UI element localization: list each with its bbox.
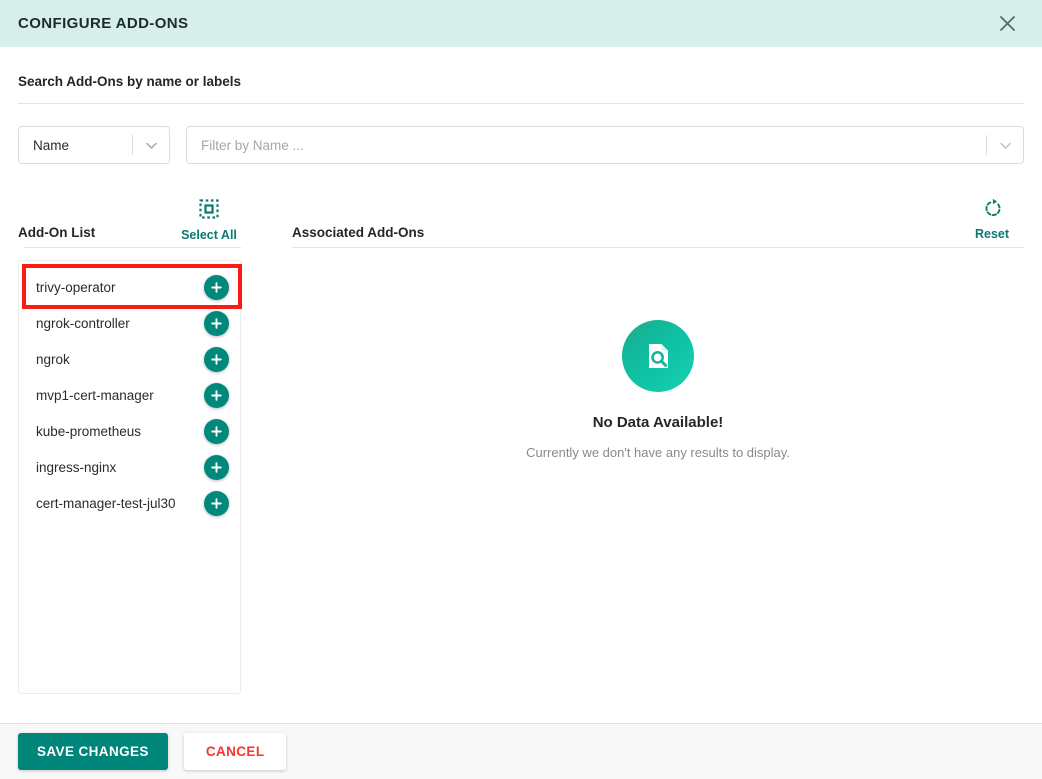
list-item[interactable]: mvp1-cert-manager [19,377,240,413]
plus-icon[interactable] [204,310,229,336]
list-item[interactable]: ngrok [19,341,240,377]
reset-label: Reset [974,227,1010,241]
empty-state-title: No Data Available! [592,414,724,431]
dialog-header: CONFIGURE ADD-ONS [0,0,1042,47]
dialog-body: Search Add-Ons by name or labels Name Fi… [0,47,1042,723]
close-icon[interactable] [994,11,1020,37]
list-item[interactable]: kube-prometheus [19,413,240,449]
plus-icon[interactable] [204,418,229,444]
plus-icon[interactable] [204,346,229,372]
search-divider [18,103,1024,104]
list-item[interactable]: cert-manager-test-jul30 [19,485,240,521]
list-item[interactable]: ingress-nginx [19,449,240,485]
select-all-icon [198,198,220,225]
page-title: CONFIGURE ADD-ONS [18,15,189,32]
addon-list-divider [24,247,241,248]
cancel-button[interactable]: CANCEL [183,733,287,770]
filter-row: Name [18,126,1024,164]
associated-header: Associated Add-Ons Reset [292,198,1024,248]
addon-list-title: Add-On List [18,225,96,240]
addon-name: cert-manager-test-jul30 [36,495,176,511]
search-section-label: Search Add-Ons by name or labels [18,74,242,89]
associated-addons-panel: No Data Available! Currently we don't ha… [292,260,1024,694]
panels-header-row: Add-On List Select All Associated Add-On… [18,198,1024,248]
filter-field-wrapper[interactable] [186,126,1024,164]
refresh-icon [982,198,1003,224]
configure-addons-dialog: CONFIGURE ADD-ONS Search Add-Ons by name… [0,0,1042,779]
addon-name: kube-prometheus [36,423,142,439]
list-item[interactable]: trivy-operator [19,269,240,305]
plus-icon[interactable] [204,490,229,516]
addon-name: mvp1-cert-manager [36,387,154,403]
addon-name: trivy-operator [36,279,116,295]
associated-title: Associated Add-Ons [292,225,425,240]
empty-state: No Data Available! Currently we don't ha… [526,320,790,460]
panels: trivy-operator ngrok-controller ngrok mvp1-… [18,260,1024,694]
plus-icon[interactable] [204,382,229,408]
document-search-icon [621,320,694,392]
associated-divider [292,247,1024,248]
search-criteria-select[interactable]: Name [18,126,170,164]
empty-state-subtitle: Currently we don't have any results to d… [526,445,790,460]
select-all-label: Select All [181,228,237,242]
dialog-footer: SAVE CHANGES CANCEL [0,723,1042,779]
addon-list-panel: trivy-operator ngrok-controller ngrok mvp1-… [18,260,242,694]
plus-icon[interactable] [204,454,229,480]
plus-icon[interactable] [204,274,229,300]
addon-name: ingress-nginx [36,459,117,475]
reset-button[interactable]: Reset [960,198,1024,241]
chevron-down-icon [133,138,169,153]
search-input[interactable] [187,127,986,163]
list-item[interactable]: ngrok-controller [19,305,240,341]
search-criteria-value: Name [33,137,70,153]
chevron-down-icon[interactable] [987,138,1023,153]
select-all-button[interactable]: Select All [177,198,241,242]
addon-name: ngrok [36,351,70,367]
addon-list-header: Add-On List Select All [18,198,241,248]
addon-name: ngrok-controller [36,315,130,331]
save-changes-button[interactable]: SAVE CHANGES [18,733,168,770]
